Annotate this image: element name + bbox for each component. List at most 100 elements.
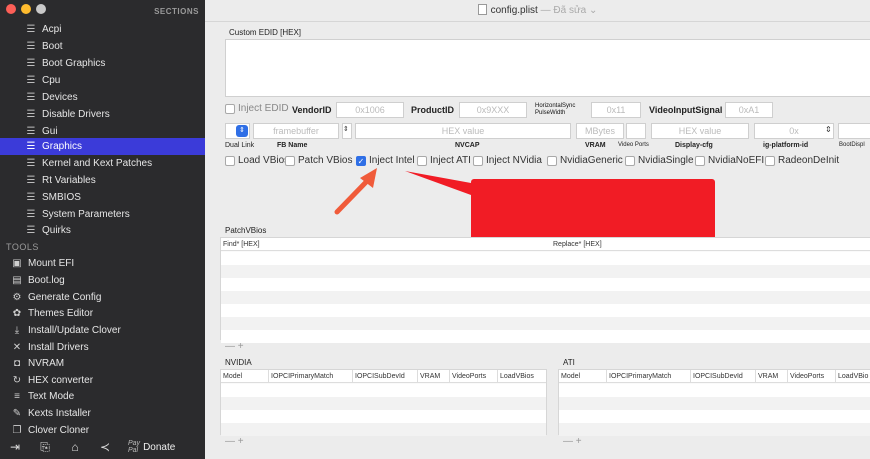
sidebar-item-boot-graphics[interactable]: ☰ Boot Graphics — [0, 55, 205, 72]
refresh-icon: ↻ — [12, 375, 22, 386]
custom-edid-input[interactable] — [225, 39, 870, 97]
tool-label: Mount EFI — [28, 258, 75, 269]
list-icon: ☰ — [26, 158, 36, 169]
vendor-id-label: VendorID — [292, 105, 332, 115]
tool-mount-efi[interactable]: ▣ Mount EFI — [0, 255, 205, 272]
annotation-arrows — [334, 168, 471, 215]
tool-boot-log[interactable]: ▤ Boot.log — [0, 272, 205, 289]
tool-label: Kexts Installer — [28, 408, 91, 419]
inject-edid-checkbox[interactable]: Inject EDID — [225, 103, 289, 114]
list-icon: ☰ — [26, 41, 36, 52]
checkbox-box — [225, 103, 235, 114]
hsync-input[interactable]: 0x11 — [591, 102, 641, 118]
sidebar-item-devices[interactable]: ☰ Devices — [0, 89, 205, 106]
tool-nvram[interactable]: ◘ NVRAM — [0, 355, 205, 372]
document-icon — [477, 4, 487, 15]
ati-col-loadvbios: LoadVBio — [838, 373, 869, 380]
tool-text-mode[interactable]: ≡ Text Mode — [0, 388, 205, 405]
ati-title: ATI — [563, 358, 575, 367]
nvidia-table: Model IOPCIPrimaryMatch IOPCISubDevId VR… — [220, 369, 547, 436]
checkbox-box — [765, 155, 775, 166]
tool-themes-editor[interactable]: ✿ Themes Editor — [0, 305, 205, 322]
list-icon: ☰ — [26, 58, 36, 69]
sidebar-item-disable-drivers[interactable]: ☰ Disable Drivers — [0, 106, 205, 123]
wrench-icon: ✎ — [12, 408, 22, 419]
chevron-updown-icon[interactable]: ⇕ — [825, 125, 832, 134]
fb-name-input[interactable]: framebuffer — [253, 123, 339, 139]
list-icon: ☰ — [26, 109, 36, 120]
radeon-deinit-checkbox[interactable]: RadeonDeInit — [765, 155, 839, 166]
sidebar-item-quirks[interactable]: ☰ Quirks — [0, 222, 205, 239]
nvidia-col-primary-match: IOPCIPrimaryMatch — [269, 370, 353, 383]
share-icon[interactable]: ≺ — [90, 440, 120, 454]
zoom-window-button[interactable] — [36, 4, 46, 14]
sidebar-item-label: Acpi — [42, 24, 62, 35]
ig-platform-id-label: ig-platform-id — [763, 142, 809, 149]
nvidia-col-model: Model — [221, 370, 269, 383]
display-cfg-input[interactable]: HEX value — [651, 123, 749, 139]
fb-name-label: FB Name — [277, 142, 308, 149]
sidebar-item-system-parameters[interactable]: ☰ System Parameters — [0, 206, 205, 223]
ati-table: Model IOPCIPrimaryMatch IOPCISubDevId VR… — [558, 369, 870, 436]
sidebar-item-label: Boot Graphics — [42, 58, 106, 69]
fb-name-stepper[interactable]: ⇕ — [342, 123, 352, 139]
nvidia-rows — [221, 384, 546, 436]
tool-kexts-installer[interactable]: ✎ Kexts Installer — [0, 405, 205, 422]
sidebar-item-graphics[interactable]: ☰ Graphics — [0, 138, 205, 155]
window-titlebar: config.plist — Đã sửa ⌄ — [205, 0, 870, 22]
donate-label: Donate — [143, 441, 176, 453]
stepper-icon: ⇕ — [236, 125, 248, 137]
list-icon: ☰ — [26, 92, 36, 103]
tool-generate-config[interactable]: ⚙ Generate Config — [0, 289, 205, 306]
list-icon: ☰ — [26, 209, 36, 220]
sidebar-item-label: Graphics — [42, 141, 83, 152]
ig-platform-id-input[interactable]: 0x — [754, 123, 834, 139]
download-icon: ⤓ — [14, 325, 20, 336]
patch-vbios-table: Find* [HEX] Replace* [HEX] — [220, 237, 870, 343]
video-input-signal-input[interactable]: 0xA1 — [725, 102, 773, 118]
sections-header: SECTIONS — [154, 7, 199, 16]
display-cfg-label: Display-cfg — [675, 142, 713, 149]
patch-vbios-title: PatchVBios — [225, 226, 267, 235]
boot-display-input[interactable] — [838, 123, 870, 139]
export-icon[interactable]: ⎘ — [30, 440, 60, 455]
ati-add-remove[interactable]: — + — [563, 436, 582, 447]
replace-column-header: Replace* [HEX] — [553, 241, 602, 248]
sidebar-item-acpi[interactable]: ☰ Acpi — [0, 21, 205, 38]
minimize-window-button[interactable] — [21, 4, 31, 14]
video-ports-input[interactable] — [626, 123, 646, 139]
logout-icon[interactable]: ⇥ — [0, 440, 30, 454]
patch-vbios-add-remove[interactable]: — + — [225, 341, 244, 352]
sidebar-item-boot[interactable]: ☰ Boot — [0, 38, 205, 55]
sidebar-item-kernel-and-kext-patches[interactable]: ☰ Kernel and Kext Patches — [0, 155, 205, 172]
sidebar-item-cpu[interactable]: ☰ Cpu — [0, 72, 205, 89]
list-icon: ☰ — [26, 24, 36, 35]
list-icon: ☰ — [26, 192, 36, 203]
nvidia-col-videoports: VideoPorts — [450, 370, 498, 383]
sidebar-item-rt-variables[interactable]: ☰ Rt Variables — [0, 172, 205, 189]
dual-link-stepper[interactable]: ⇕ — [225, 123, 250, 139]
vram-label: VRAM — [585, 142, 606, 149]
tool-hex-converter[interactable]: ↻ HEX converter — [0, 372, 205, 389]
tools-header: TOOLS — [6, 242, 39, 252]
tool-install-drivers[interactable]: ✕ Install Drivers — [0, 339, 205, 356]
nvcap-input[interactable]: HEX value — [355, 123, 571, 139]
tools-icon: ✕ — [12, 342, 22, 353]
list-icon: ☰ — [26, 225, 36, 236]
gear-icon: ⚙ — [12, 292, 22, 303]
disk-icon: ▣ — [12, 258, 22, 269]
nvidia-col-vram: VRAM — [418, 370, 450, 383]
nvidia-add-remove[interactable]: — + — [225, 436, 244, 447]
home-icon[interactable]: ⌂ — [60, 440, 90, 454]
vendor-id-input[interactable]: 0x1006 — [336, 102, 404, 118]
log-icon: ▤ — [12, 275, 22, 286]
window-title: config.plist — [490, 5, 538, 16]
hsync-pulse-label: HorizontalSync PulseWidth — [535, 103, 576, 116]
sidebar-item-smbios[interactable]: ☰ SMBIOS — [0, 189, 205, 206]
close-window-button[interactable] — [6, 4, 16, 14]
product-id-input[interactable]: 0x9XXX — [459, 102, 527, 118]
donate-button[interactable]: Pay Pal Donate — [128, 440, 175, 454]
tool-install-update-clover[interactable]: ⤓ Install/Update Clover — [0, 322, 205, 339]
vram-input[interactable]: MBytes — [576, 123, 624, 139]
tool-label: Install Drivers — [28, 342, 89, 353]
